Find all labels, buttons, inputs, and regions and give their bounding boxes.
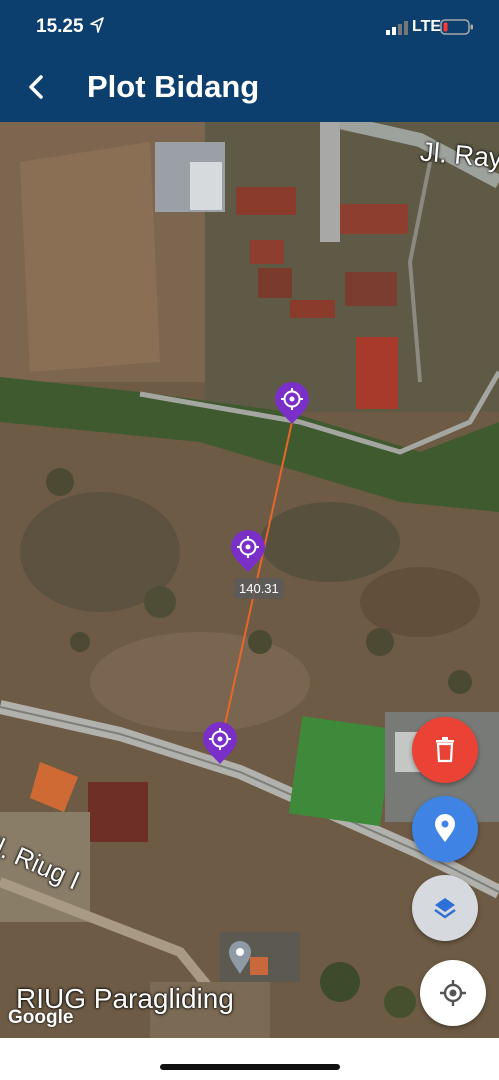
layers-button[interactable] bbox=[412, 875, 478, 941]
status-bar: 15.25 LTE bbox=[0, 0, 499, 52]
network-type: LTE bbox=[412, 18, 442, 35]
location-arrow-icon bbox=[90, 17, 104, 33]
plot-point-marker[interactable] bbox=[273, 380, 311, 426]
status-time: 15.25 bbox=[36, 16, 84, 37]
signal-icon bbox=[386, 21, 408, 35]
battery-icon bbox=[440, 19, 473, 35]
google-attribution: Google bbox=[8, 1007, 74, 1028]
satellite-map[interactable]: 140.31 Jl. Ray Jl. Riug I RIUG Paraglidi… bbox=[0, 122, 499, 1038]
chevron-left-icon bbox=[29, 75, 43, 99]
home-indicator-area bbox=[0, 1038, 499, 1080]
distance-label: 140.31 bbox=[234, 578, 284, 599]
page-title: Plot Bidang bbox=[87, 69, 260, 104]
layers-icon bbox=[434, 898, 456, 919]
home-indicator[interactable] bbox=[160, 1064, 340, 1070]
add-point-button[interactable] bbox=[412, 796, 478, 862]
crosshair-icon bbox=[440, 980, 466, 1006]
back-button[interactable] bbox=[14, 64, 58, 110]
app-header: Plot Bidang bbox=[0, 52, 499, 122]
poi-pin-icon[interactable] bbox=[227, 940, 253, 976]
plot-point-marker[interactable] bbox=[229, 528, 267, 574]
my-location-button[interactable] bbox=[420, 960, 486, 1026]
plot-point-marker[interactable] bbox=[201, 720, 239, 766]
map-pin-icon bbox=[435, 814, 455, 842]
delete-button[interactable] bbox=[412, 717, 478, 783]
trash-icon bbox=[436, 737, 454, 763]
